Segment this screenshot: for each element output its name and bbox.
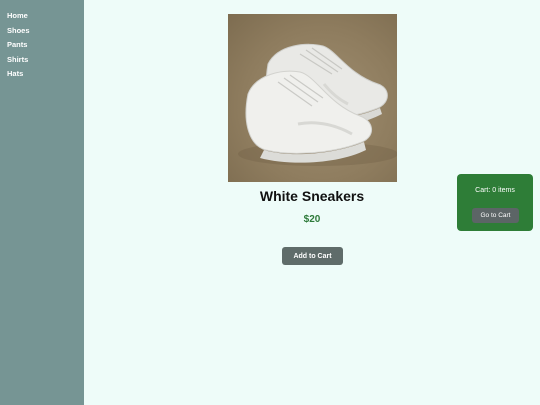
cart-widget: Cart: 0 items Go to Cart <box>457 174 533 231</box>
go-to-cart-button[interactable]: Go to Cart <box>472 208 519 223</box>
sidebar-item-hats[interactable]: Hats <box>7 67 84 82</box>
sneakers-icon <box>238 43 397 166</box>
sidebar-item-shoes[interactable]: Shoes <box>7 24 84 39</box>
add-to-cart-button[interactable]: Add to Cart <box>282 247 343 265</box>
cart-count: Cart: 0 items <box>475 187 515 194</box>
sidebar-item-home[interactable]: Home <box>7 9 84 24</box>
sidebar: Home Shoes Pants Shirts Hats <box>0 0 84 405</box>
sidebar-nav: Home Shoes Pants Shirts Hats <box>0 0 84 82</box>
product-image <box>228 14 397 182</box>
sidebar-item-shirts[interactable]: Shirts <box>7 53 84 68</box>
sidebar-item-pants[interactable]: Pants <box>7 38 84 53</box>
